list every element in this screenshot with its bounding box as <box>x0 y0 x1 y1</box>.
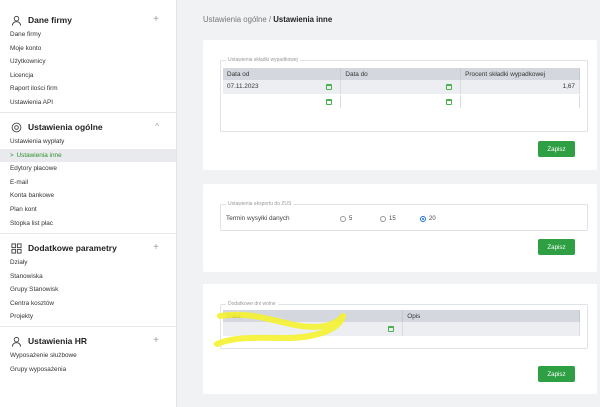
days-off-card: Dodatkowe dni wolne Data Opis Zapisz <box>203 284 597 394</box>
breadcrumb: Ustawienia ogólne / Ustawienia inne <box>203 15 332 24</box>
sidebar-section-ustawienia-ogolne: Ustawienia ogólne ^ Ustawienia wypłaty >… <box>0 119 176 231</box>
grid-icon <box>10 242 22 254</box>
date-from-cell[interactable] <box>223 94 342 109</box>
expand-toggle-icon[interactable]: + <box>153 14 159 26</box>
percent-cell[interactable]: 1,67 <box>460 80 580 95</box>
sidebar-item-dane-firmy[interactable]: Dane firmy <box>0 28 176 42</box>
sidebar-item-dzialy[interactable]: Działy <box>0 256 176 270</box>
sidebar-item-konta-bankowe[interactable]: Konta bankowe <box>0 189 176 203</box>
expand-toggle-icon[interactable]: + <box>153 242 159 254</box>
table-row <box>223 94 580 109</box>
date-from-cell[interactable]: 07.11.2023 <box>223 80 342 95</box>
sidebar-divider <box>0 112 176 113</box>
calendar-icon[interactable] <box>388 326 395 332</box>
settings-icon <box>10 121 22 133</box>
radio-label: 20 <box>429 216 436 222</box>
sidebar-item-uzytkownicy[interactable]: Użytkownicy <box>0 55 176 69</box>
sidebar-item-wyposazenie-sluzbowe[interactable]: Wyposażenie służbowe <box>0 349 176 363</box>
description-cell[interactable] <box>402 322 580 337</box>
chevron-right-icon: > <box>10 152 14 159</box>
cell-value: 1,67 <box>562 83 575 91</box>
radio-label: 15 <box>389 216 396 222</box>
sidebar-item-stanowiska[interactable]: Stanowiska <box>0 270 176 284</box>
column-header: Procent składki wypadkowej <box>460 68 580 80</box>
sidebar-section-dane-firmy: Dane firmy + Dane firmy Moje konto Użytk… <box>0 12 176 110</box>
sidebar-item-centra-kosztow[interactable]: Centra kosztów <box>0 297 176 311</box>
sidebar-item-licencja[interactable]: Licencja <box>0 69 176 83</box>
calendar-icon[interactable] <box>326 98 333 105</box>
date-cell[interactable] <box>223 322 404 337</box>
deadline-option-20[interactable]: 20 <box>420 216 436 222</box>
column-header: Data od <box>223 68 342 80</box>
deadline-option-5[interactable]: 5 <box>340 216 352 222</box>
calendar-icon[interactable] <box>326 84 333 90</box>
sidebar-section-ustawienia-hr: Ustawienia HR + Wyposażenie służbowe Gru… <box>0 333 176 377</box>
deadline-option-15[interactable]: 15 <box>380 216 396 222</box>
breadcrumb-parent[interactable]: Ustawienia ogólne <box>203 15 267 24</box>
sidebar: Dane firmy + Dane firmy Moje konto Użytk… <box>0 0 177 407</box>
sidebar-item-moje-konto[interactable]: Moje konto <box>0 42 176 56</box>
sidebar-item-stopka-list-plac[interactable]: Stopka list płac <box>0 217 176 231</box>
table-header-row: Data od Data do Procent składki wypadkow… <box>223 68 580 80</box>
sidebar-item-ustawienia-inne[interactable]: > Ustawienia inne <box>0 148 176 163</box>
cell-value: 07.11.2023 <box>227 83 259 91</box>
save-button[interactable]: Zapisz <box>538 141 575 157</box>
fieldset-legend: Dodatkowe dni wolne <box>226 301 278 307</box>
table-row: 07.11.2023 1,67 <box>223 80 580 95</box>
radio-icon <box>380 216 386 222</box>
save-button[interactable]: Zapisz <box>538 239 575 255</box>
accident-settings-card: Ustawienia składki wypadkowej Data od Da… <box>203 40 597 170</box>
column-header: Opis <box>402 310 580 322</box>
sidebar-section-title: Dane firmy <box>28 15 72 25</box>
days-off-fieldset: Dodatkowe dni wolne Data Opis <box>220 301 588 349</box>
sidebar-item-plan-kont[interactable]: Plan kont <box>0 203 176 217</box>
sidebar-item-email[interactable]: E-mail <box>0 176 176 190</box>
sidebar-item-raport-firm[interactable]: Raport ilości firm <box>0 82 176 96</box>
sidebar-section-header[interactable]: Ustawienia HR + <box>0 333 176 349</box>
user-icon <box>10 14 22 26</box>
radio-icon <box>340 216 346 222</box>
radio-selected-icon <box>420 216 426 222</box>
sidebar-divider <box>0 326 176 327</box>
sidebar-section-header[interactable]: Dodatkowe parametry + <box>0 240 176 256</box>
sidebar-section-header[interactable]: Dane firmy + <box>0 12 176 28</box>
zus-export-card: Ustawienia eksportu do ZUS Termin wysyłk… <box>203 184 597 272</box>
sidebar-item-label: Ustawienia inne <box>16 151 62 159</box>
submission-deadline-label: Termin wysyłki danych <box>226 215 290 222</box>
sidebar-item-grupy-stanowisk[interactable]: Grupy Stanowisk <box>0 283 176 297</box>
fieldset-legend: Ustawienia eksportu do ZUS <box>226 201 294 207</box>
sidebar-section-header[interactable]: Ustawienia ogólne ^ <box>0 119 176 135</box>
sidebar-item-grupy-wyposazenia[interactable]: Grupy wyposażenia <box>0 363 176 377</box>
date-to-cell[interactable] <box>340 94 462 109</box>
fieldset-legend: Ustawienia składki wypadkowej <box>226 57 300 63</box>
breadcrumb-current: Ustawienia inne <box>273 15 333 24</box>
save-button[interactable]: Zapisz <box>538 366 575 382</box>
sidebar-item-ustawienia-api[interactable]: Ustawienia API <box>0 96 176 110</box>
sidebar-divider <box>0 233 176 234</box>
radio-label: 5 <box>349 216 353 222</box>
date-to-cell[interactable] <box>340 80 462 95</box>
accident-table: Data od Data do Procent składki wypadkow… <box>223 68 580 109</box>
collapse-toggle-icon[interactable]: ^ <box>155 121 159 133</box>
accident-fieldset: Ustawienia składki wypadkowej Data od Da… <box>220 57 588 132</box>
sidebar-item-projekty[interactable]: Projekty <box>0 310 176 324</box>
sidebar-section-title: Dodatkowe parametry <box>28 243 117 253</box>
table-header-row: Data Opis <box>223 310 580 322</box>
table-row <box>223 322 580 337</box>
days-off-table: Data Opis <box>223 310 580 337</box>
sidebar-section-title: Ustawienia HR <box>28 336 88 346</box>
breadcrumb-separator: / <box>268 15 272 24</box>
column-header: Data do <box>340 68 462 80</box>
sidebar-item-edytory-placowe[interactable]: Edytory płacowe <box>0 162 176 176</box>
percent-cell[interactable] <box>460 94 580 109</box>
sidebar-section-title: Ustawienia ogólne <box>28 122 103 132</box>
column-header: Data <box>223 310 404 322</box>
sidebar-item-ustawienia-wyplaty[interactable]: Ustawienia wypłaty <box>0 135 176 149</box>
expand-toggle-icon[interactable]: + <box>153 335 159 347</box>
calendar-icon[interactable] <box>446 84 453 90</box>
calendar-icon[interactable] <box>446 98 453 105</box>
sidebar-section-dodatkowe-parametry: Dodatkowe parametry + Działy Stanowiska … <box>0 240 176 324</box>
user-icon <box>10 335 22 347</box>
